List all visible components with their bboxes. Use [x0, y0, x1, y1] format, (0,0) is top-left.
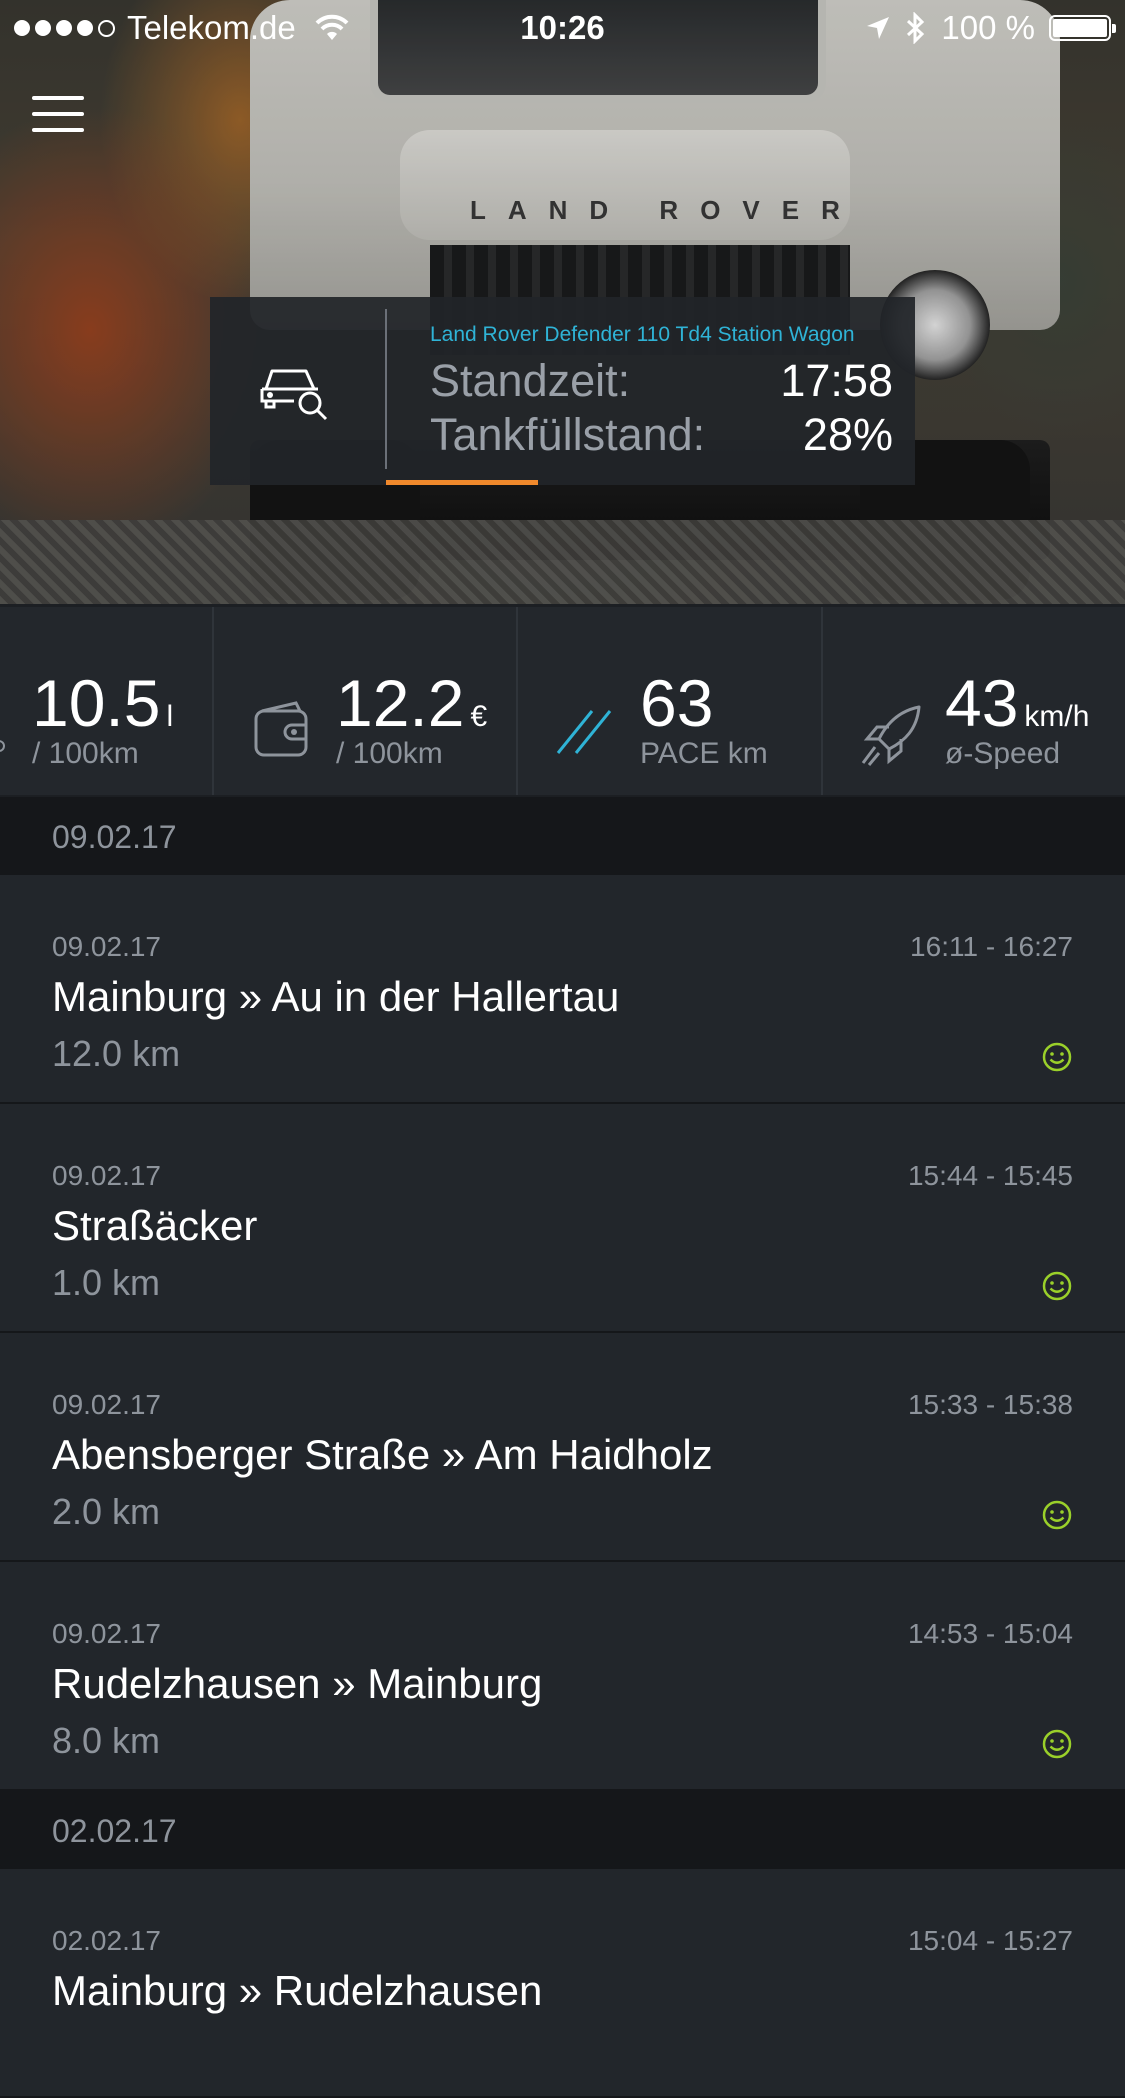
tank-label: Tankfüllstand: — [430, 409, 706, 460]
pace-lines-icon — [556, 710, 612, 754]
battery-percent: 100 % — [941, 9, 1035, 46]
trip-route: Mainburg » Rudelzhausen — [52, 1967, 543, 2014]
smiley-icon — [1042, 1042, 1072, 1072]
stat-pace[interactable]: 63 PACE km — [518, 607, 823, 795]
hamburger-menu-button[interactable] — [32, 96, 86, 136]
trip-time-range: 15:04 - 15:27 — [907, 1925, 1073, 1956]
standzeit-value: 17:58 — [780, 355, 893, 406]
stat-consumption-value: 10.5 l — [32, 666, 174, 740]
trip-item[interactable]: 09.02.17 16:11 - 16:27 Mainburg » Au in … — [0, 875, 1125, 1104]
stat-consumption[interactable]: 10.5 l / 100km — [0, 607, 214, 795]
wallet-icon — [254, 701, 308, 757]
trip-date: 09.02.17 — [52, 1389, 161, 1420]
trip-item[interactable]: 09.02.17 14:53 - 15:04 Rudelzhausen » Ma… — [0, 1562, 1125, 1791]
status-bar: Telekom.de 10:26 100 % — [0, 0, 1125, 56]
smiley-icon — [1042, 1729, 1072, 1759]
trip-time-range: 14:53 - 15:04 — [907, 1618, 1073, 1649]
stat-cost-value: 12.2 € — [336, 666, 488, 740]
battery-icon — [1049, 15, 1116, 41]
stat-speed-sub: ø-Speed — [945, 737, 1061, 770]
trip-item[interactable]: 02.02.17 15:04 - 15:27 Mainburg » Rudelz… — [0, 1869, 1125, 2098]
smiley-icon — [1042, 1271, 1072, 1301]
trip-date: 09.02.17 — [52, 1618, 161, 1649]
trip-item[interactable]: 09.02.17 15:44 - 15:45 Straßäcker 1.0 km — [0, 1104, 1125, 1333]
tank-row: Tankfüllstand: 28% — [430, 409, 893, 461]
stat-pace-value: 63 — [640, 666, 714, 740]
car-search-icon — [260, 369, 328, 421]
trip-time-range: 15:33 - 15:38 — [907, 1389, 1073, 1420]
standzeit-label: Standzeit: — [430, 355, 631, 406]
trip-date: 09.02.17 — [52, 931, 161, 962]
stat-cost-sub: / 100km — [336, 737, 443, 770]
card-divider — [385, 309, 387, 469]
date-group-header: 02.02.17 — [0, 1791, 1125, 1869]
vehicle-status-card[interactable]: Land Rover Defender 110 Td4 Station Wago… — [210, 297, 915, 485]
trip-route: Straßäcker — [52, 1202, 258, 1249]
tank-value: 28% — [802, 409, 893, 460]
location-arrow-icon — [867, 17, 890, 39]
stat-cost[interactable]: 12.2 € / 100km — [214, 607, 518, 795]
trip-distance: 1.0 km — [52, 1262, 161, 1303]
trip-route: Abensberger Straße » Am Haidholz — [52, 1431, 713, 1478]
standzeit-row: Standzeit: 17:58 — [430, 355, 893, 407]
status-right: 100 % — [865, 9, 1116, 47]
trip-distance: 2.0 km — [52, 1491, 161, 1532]
trip-time-range: 15:44 - 15:45 — [907, 1160, 1073, 1191]
date-group-header: 09.02.17 — [0, 797, 1125, 875]
trip-date: 02.02.17 — [52, 1925, 161, 1956]
stat-pace-sub: PACE km — [640, 737, 768, 770]
trip-list[interactable]: 09.02.17 09.02.17 16:11 - 16:27 Mainburg… — [0, 797, 1125, 2098]
trip-distance: 12.0 km — [52, 1033, 181, 1074]
stat-speed-value: 43 km/h — [945, 666, 1090, 740]
trip-route: Mainburg » Au in der Hallertau — [52, 973, 620, 1020]
card-progress-indicator — [386, 480, 538, 485]
rocket-icon — [861, 705, 921, 766]
fuel-drop-icon — [0, 740, 5, 752]
stat-consumption-sub: / 100km — [32, 737, 139, 770]
bluetooth-icon — [907, 12, 925, 44]
trip-item[interactable]: 09.02.17 15:33 - 15:38 Abensberger Straß… — [0, 1333, 1125, 1562]
stats-bar[interactable]: 10.5 l / 100km 12.2 € / 100km 63 PACE km 4… — [0, 607, 1125, 795]
vehicle-model-name: Land Rover Defender 110 Td4 Station Wago… — [430, 323, 855, 346]
trip-distance: 8.0 km — [52, 1720, 161, 1761]
smiley-icon — [1042, 1500, 1072, 1530]
trip-route: Rudelzhausen » Mainburg — [52, 1660, 543, 1707]
trip-time-range: 16:11 - 16:27 — [910, 931, 1073, 962]
trip-date: 09.02.17 — [52, 1160, 161, 1191]
stat-speed[interactable]: 43 km/h ø-Speed — [823, 607, 1125, 795]
